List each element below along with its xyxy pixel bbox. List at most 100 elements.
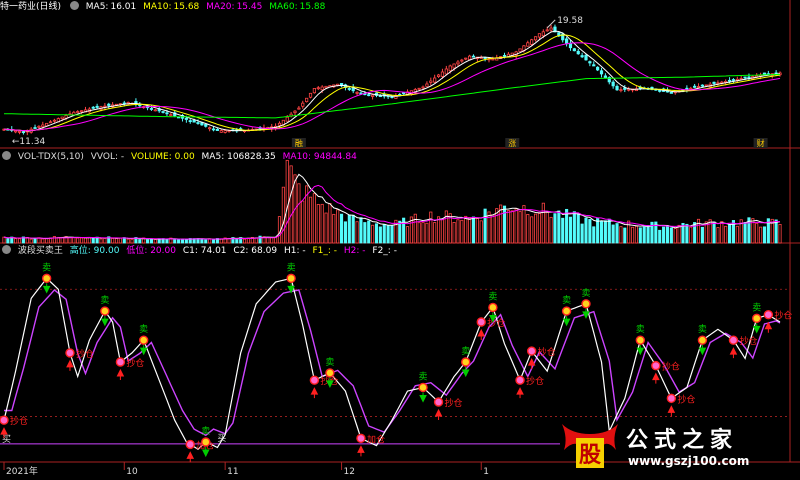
sell-signal-label: 卖 (636, 324, 645, 335)
candle-body (619, 89, 623, 92)
volume-bar (545, 212, 549, 244)
volume-bar (607, 218, 611, 244)
x-tick-label: 11 (227, 467, 238, 477)
signal-dot (418, 382, 428, 393)
volume-bar (351, 214, 355, 244)
volume-bar (437, 216, 441, 244)
signal-dot (651, 360, 661, 371)
volume-bar (173, 239, 177, 244)
candle-body (17, 130, 22, 133)
volume-bar (537, 213, 541, 244)
candle-body (731, 79, 736, 81)
candle-body (425, 83, 429, 87)
buy-signal-label: 抄仓 (487, 317, 505, 329)
volume-bar (398, 220, 402, 244)
vol-name: VOL-TDX(5,10) (17, 152, 84, 162)
volume-bar (728, 224, 732, 244)
candle-body (91, 106, 95, 109)
x-tick-label: 2021年 (6, 465, 38, 477)
volume-bar (665, 225, 670, 244)
candle-body (371, 94, 375, 97)
volume-bar (235, 238, 239, 244)
sell-arrow-icon (42, 283, 51, 294)
candle-body (48, 121, 53, 124)
volume-bar (774, 219, 778, 244)
candle-body (464, 57, 468, 60)
watermark-badge-text: 股 (579, 443, 601, 468)
candle-body (204, 123, 208, 127)
candle-body (615, 85, 619, 91)
volume-bar (83, 237, 88, 244)
candle-body (41, 124, 45, 128)
indicator-toggle-icon[interactable] (2, 245, 11, 254)
candle-body (588, 61, 592, 64)
volume-bar (677, 224, 681, 244)
candle-body (153, 109, 157, 112)
volume-bar (468, 217, 472, 244)
sell-signal-label: 卖 (42, 262, 51, 273)
candle-body (277, 122, 282, 126)
volume-bar (506, 210, 510, 244)
volume-value: VOLUME: 0.00 (131, 152, 195, 162)
volume-bar (708, 219, 712, 244)
buy-arrow-icon (516, 387, 524, 399)
signal-dot (581, 299, 591, 309)
buy-signal-label: 买 (217, 433, 226, 444)
volume-bar (712, 221, 716, 244)
signal-dot (115, 357, 126, 367)
volume-bar (374, 223, 379, 244)
sell-signal-label: 卖 (287, 262, 296, 273)
signal-dot (697, 335, 708, 345)
volume-bar (114, 238, 119, 244)
sell-signal-label: 卖 (562, 295, 571, 306)
volume-bar (103, 238, 107, 244)
indicator-toggle-icon[interactable] (69, 1, 79, 10)
buy-signal-label: 抄仓 (662, 361, 680, 373)
buy-arrow-icon (434, 408, 443, 420)
candle-body (689, 87, 693, 90)
volume-bar (778, 224, 782, 244)
volume-bar (297, 183, 301, 244)
buy-arrow-icon (310, 387, 319, 399)
candle-body (530, 39, 534, 45)
candle-body (433, 77, 437, 83)
volume-bar (514, 208, 518, 244)
volume-bar (285, 159, 289, 244)
volume-bar (340, 213, 344, 244)
volume-bar (631, 226, 635, 244)
candle-body (76, 111, 80, 113)
volume-bar (355, 221, 359, 244)
candle-body (223, 130, 227, 133)
candle-body (60, 116, 64, 120)
sell-signal-label: 卖 (325, 357, 334, 368)
osc-c2: C2: 68.09 (233, 246, 278, 256)
osc-h2: H2: - (343, 246, 366, 256)
volume-bar (588, 219, 592, 244)
volume-bar (320, 203, 324, 244)
ma60-label: MA60: (269, 2, 298, 12)
volume-bar (444, 210, 448, 244)
volume-bar (724, 225, 728, 244)
volume-bar (211, 239, 216, 244)
ma10-value: 15.68 (173, 2, 200, 12)
buy-arrow-icon (729, 347, 738, 359)
candle-body (549, 27, 553, 31)
volume-bar (720, 221, 724, 244)
candle-body (184, 117, 188, 120)
candle-body (219, 130, 223, 133)
candle-body (347, 88, 351, 90)
volume-bar (204, 239, 208, 244)
volume-bar (126, 238, 130, 244)
volume-bar (471, 216, 476, 244)
volume-bar (669, 227, 673, 244)
volume-bar (491, 214, 495, 244)
signal-dot (0, 415, 9, 425)
high-annotation: 19.58 (557, 16, 583, 26)
indicator-toggle-icon[interactable] (2, 151, 11, 160)
candle-body (502, 54, 507, 57)
ma5-value: 16.01 (110, 2, 137, 12)
candle-body (95, 105, 99, 108)
candle-body (696, 86, 701, 88)
volume-bar (80, 237, 84, 244)
candle-body (320, 86, 324, 91)
